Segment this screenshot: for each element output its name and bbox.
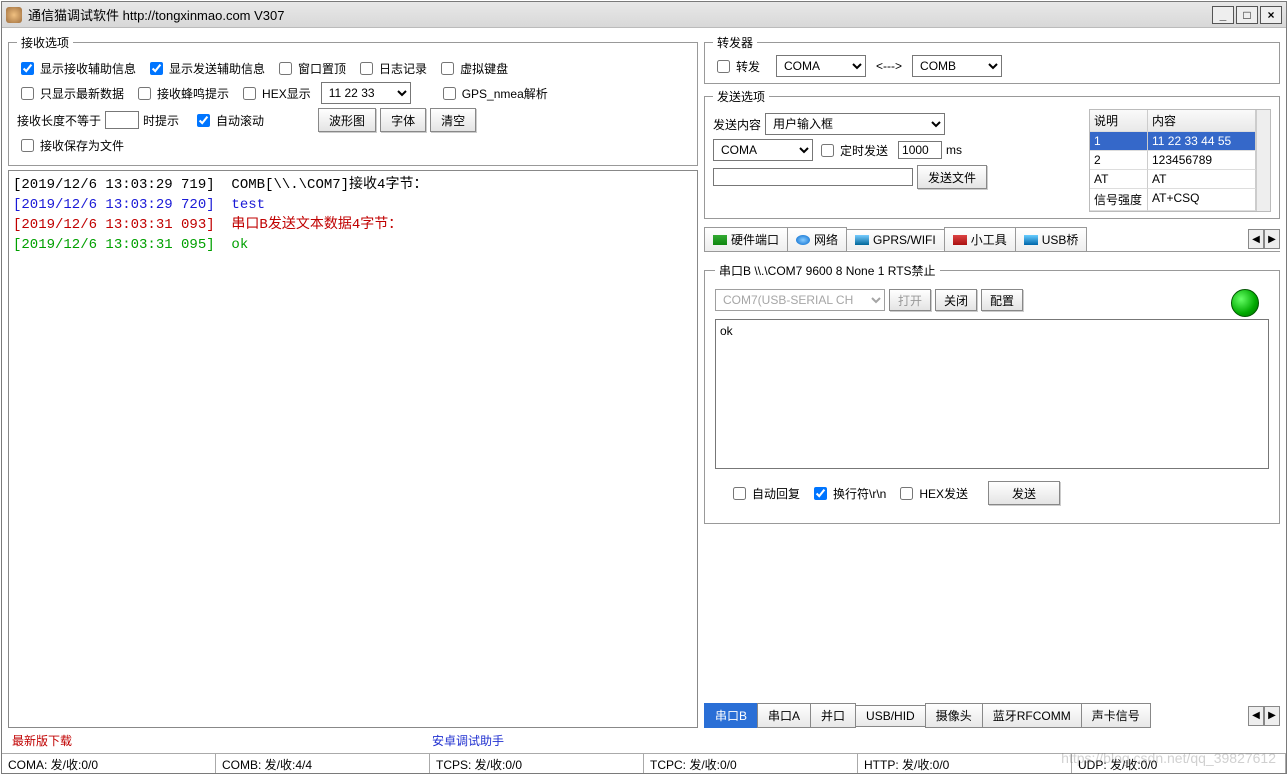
tab-scroll-left[interactable]: ◀: [1248, 229, 1264, 249]
preset-row[interactable]: 信号强度AT+CSQ: [1090, 189, 1256, 211]
btab-scroll-left[interactable]: ◀: [1248, 706, 1264, 726]
tab-usb[interactable]: USB桥: [1015, 227, 1088, 251]
status-cell: COMA: 发/收:0/0: [2, 754, 216, 773]
fwd-arrow: <--->: [876, 59, 902, 73]
send-port-combo[interactable]: COMA: [713, 139, 813, 161]
btab-scroll-right[interactable]: ▶: [1264, 706, 1280, 726]
len-label-b: 时提示: [143, 112, 179, 129]
log-line: [2019/12/6 13:03:29 720] test: [13, 195, 693, 215]
bottom-tab[interactable]: 串口B: [704, 703, 758, 728]
chk-gps[interactable]: GPS_nmea解析: [439, 84, 548, 103]
btn-send[interactable]: 发送: [988, 481, 1060, 505]
log-line: [2019/12/6 13:03:29 719] COMB[\\.\COM7]接…: [13, 175, 693, 195]
tab-gprs[interactable]: GPRS/WIFI: [846, 229, 945, 250]
send-content-label: 发送内容: [713, 116, 761, 133]
status-cell: TCPS: 发/收:0/0: [430, 754, 644, 773]
chip-icon: [713, 235, 727, 245]
len-label-a: 接收长度不等于: [17, 112, 101, 129]
top-tabs: 硬件端口 网络 GPRS/WIFI 小工具 USB桥 ◀ ▶: [704, 227, 1280, 252]
toolbox-icon: [953, 235, 967, 245]
chk-log[interactable]: 日志记录: [356, 59, 427, 78]
serial-panel: 串口B \\.\COM7 9600 8 None 1 RTS禁止 COM7(US…: [704, 262, 1280, 524]
forwarder: 转发器 转发 COMA <---> COMB: [704, 34, 1280, 84]
btn-close[interactable]: 关闭: [935, 289, 977, 311]
hex-combo[interactable]: 11 22 33: [321, 82, 411, 104]
btn-open[interactable]: 打开: [889, 289, 931, 311]
len-input[interactable]: [105, 111, 139, 129]
log-line: [2019/12/6 13:03:31 095] ok: [13, 235, 693, 255]
tab-network[interactable]: 网络: [787, 227, 847, 251]
status-cell: HTTP: 发/收:0/0: [858, 754, 1072, 773]
chk-hexsend[interactable]: HEX发送: [896, 484, 968, 503]
bottom-tab[interactable]: 声卡信号: [1081, 703, 1151, 728]
watermark: https://blog.csdn.net/qq_39827612: [1061, 750, 1276, 766]
tab-scroll-right[interactable]: ▶: [1264, 229, 1280, 249]
window-title: 通信猫调试软件 http://tongxinmao.com V307: [28, 5, 1210, 24]
timer-value[interactable]: [898, 141, 942, 159]
chk-show-recv-aux[interactable]: 显示接收辅助信息: [17, 59, 136, 78]
link-android[interactable]: 安卓调试助手: [432, 732, 504, 749]
chk-topmost[interactable]: 窗口置顶: [275, 59, 346, 78]
chk-timer[interactable]: 定时发送: [817, 141, 888, 160]
chk-show-send-aux[interactable]: 显示发送辅助信息: [146, 59, 265, 78]
btn-send-file[interactable]: 发送文件: [917, 165, 987, 189]
usb-icon: [1024, 235, 1038, 245]
btn-font[interactable]: 字体: [380, 108, 426, 132]
btn-wave[interactable]: 波形图: [318, 108, 376, 132]
chk-autoreply[interactable]: 自动回复: [729, 484, 800, 503]
wifi-icon: [855, 235, 869, 245]
send-legend: 发送选项: [713, 88, 769, 105]
preset-grid[interactable]: 说明内容 111 22 33 44 552123456789ATAT信号强度AT…: [1089, 109, 1271, 212]
send-textarea[interactable]: [715, 319, 1269, 469]
status-cell: TCPC: 发/收:0/0: [644, 754, 858, 773]
btn-config[interactable]: 配置: [981, 289, 1023, 311]
minimize-button[interactable]: _: [1212, 6, 1234, 24]
chk-hex[interactable]: HEX显示: [239, 84, 311, 103]
send-options: 发送选项 发送内容 用户输入框 COMA 定时发送 ms: [704, 88, 1280, 219]
preset-scrollbar[interactable]: [1256, 110, 1270, 211]
bottom-tab[interactable]: 串口A: [757, 703, 811, 728]
chk-only-new[interactable]: 只显示最新数据: [17, 84, 124, 103]
send-file-path[interactable]: [713, 168, 913, 186]
preset-row[interactable]: 2123456789: [1090, 151, 1256, 170]
bottom-tab[interactable]: 摄像头: [925, 703, 983, 728]
bottom-tabs: 串口B串口A并口USB/HID摄像头蓝牙RFCOMM声卡信号 ◀▶: [704, 697, 1280, 728]
app-icon: [6, 7, 22, 23]
preset-row[interactable]: 111 22 33 44 55: [1090, 132, 1256, 151]
log-line: [2019/12/6 13:03:31 093] 串口B发送文本数据4字节：: [13, 215, 693, 235]
fwd-legend: 转发器: [713, 34, 757, 51]
recv-options: 接收选项 显示接收辅助信息 显示发送辅助信息 窗口置顶 日志记录 虚拟键盘 只显…: [8, 34, 698, 166]
bottom-tab[interactable]: 蓝牙RFCOMM: [982, 703, 1082, 728]
chk-crlf[interactable]: 换行符\r\n: [810, 484, 886, 503]
globe-icon: [796, 235, 810, 245]
btn-clear[interactable]: 清空: [430, 108, 476, 132]
chk-vkbd[interactable]: 虚拟键盘: [437, 59, 508, 78]
fwd-combo-b[interactable]: COMB: [912, 55, 1002, 77]
timer-unit: ms: [946, 143, 962, 157]
chk-beep[interactable]: 接收蜂鸣提示: [134, 84, 229, 103]
tab-hardware[interactable]: 硬件端口: [704, 227, 788, 251]
preset-row[interactable]: ATAT: [1090, 170, 1256, 189]
serial-port-combo[interactable]: COM7(USB-SERIAL CH: [715, 289, 885, 311]
status-led-icon: [1231, 289, 1259, 317]
maximize-button[interactable]: □: [1236, 6, 1258, 24]
log-area[interactable]: [2019/12/6 13:03:29 719] COMB[\\.\COM7]接…: [8, 170, 698, 728]
recv-legend: 接收选项: [17, 34, 73, 51]
titlebar: 通信猫调试软件 http://tongxinmao.com V307 _ □ ×: [2, 2, 1286, 28]
chk-savefile[interactable]: 接收保存为文件: [17, 136, 124, 155]
chk-autoscroll[interactable]: 自动滚动: [193, 111, 264, 130]
tab-tool[interactable]: 小工具: [944, 227, 1016, 251]
status-cell: COMB: 发/收:4/4: [216, 754, 430, 773]
link-download[interactable]: 最新版下载: [12, 732, 72, 749]
close-button[interactable]: ×: [1260, 6, 1282, 24]
bottom-tab[interactable]: 并口: [810, 703, 856, 728]
fwd-combo-a[interactable]: COMA: [776, 55, 866, 77]
serial-legend: 串口B \\.\COM7 9600 8 None 1 RTS禁止: [715, 262, 940, 279]
bottom-tab[interactable]: USB/HID: [855, 705, 926, 727]
chk-fwd[interactable]: 转发: [713, 57, 760, 76]
send-content-combo[interactable]: 用户输入框: [765, 113, 945, 135]
